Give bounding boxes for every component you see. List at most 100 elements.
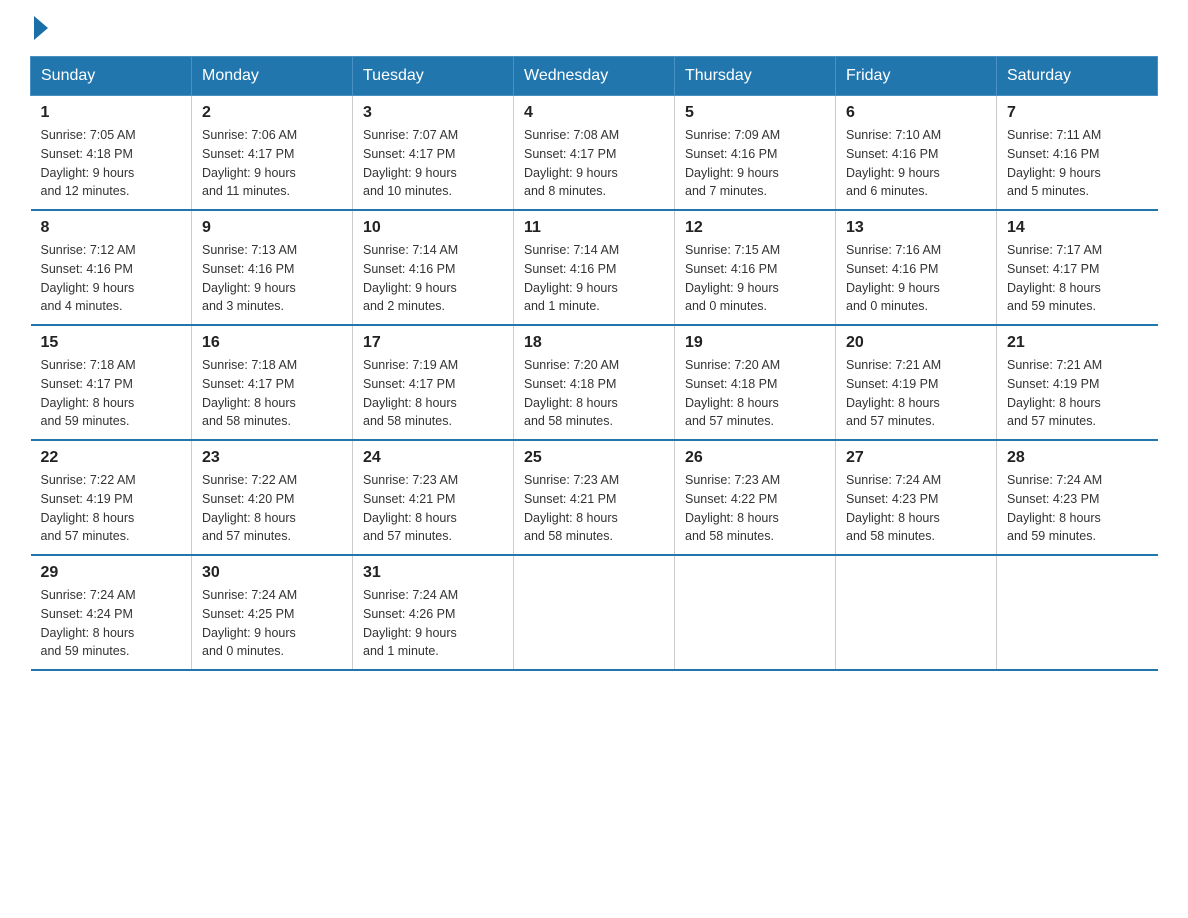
day-number: 19: [685, 334, 825, 352]
day-number: 13: [846, 219, 986, 237]
calendar-cell: 16 Sunrise: 7:18 AMSunset: 4:17 PMDaylig…: [192, 325, 353, 440]
day-number: 17: [363, 334, 503, 352]
calendar-cell: 8 Sunrise: 7:12 AMSunset: 4:16 PMDayligh…: [31, 210, 192, 325]
day-info: Sunrise: 7:05 AMSunset: 4:18 PMDaylight:…: [41, 126, 182, 201]
calendar-cell: 1 Sunrise: 7:05 AMSunset: 4:18 PMDayligh…: [31, 96, 192, 211]
day-info: Sunrise: 7:24 AMSunset: 4:23 PMDaylight:…: [846, 471, 986, 546]
day-info: Sunrise: 7:10 AMSunset: 4:16 PMDaylight:…: [846, 126, 986, 201]
day-info: Sunrise: 7:23 AMSunset: 4:21 PMDaylight:…: [363, 471, 503, 546]
day-number: 24: [363, 449, 503, 467]
calendar-cell: 7 Sunrise: 7:11 AMSunset: 4:16 PMDayligh…: [997, 96, 1158, 211]
day-number: 4: [524, 104, 664, 122]
calendar-cell: 18 Sunrise: 7:20 AMSunset: 4:18 PMDaylig…: [514, 325, 675, 440]
logo-arrow-icon: [34, 16, 48, 40]
calendar-cell: [997, 555, 1158, 670]
calendar-cell: 14 Sunrise: 7:17 AMSunset: 4:17 PMDaylig…: [997, 210, 1158, 325]
day-info: Sunrise: 7:12 AMSunset: 4:16 PMDaylight:…: [41, 241, 182, 316]
calendar-cell: 15 Sunrise: 7:18 AMSunset: 4:17 PMDaylig…: [31, 325, 192, 440]
calendar-cell: 5 Sunrise: 7:09 AMSunset: 4:16 PMDayligh…: [675, 96, 836, 211]
day-number: 15: [41, 334, 182, 352]
calendar-cell: 20 Sunrise: 7:21 AMSunset: 4:19 PMDaylig…: [836, 325, 997, 440]
day-info: Sunrise: 7:22 AMSunset: 4:20 PMDaylight:…: [202, 471, 342, 546]
header-sunday: Sunday: [31, 57, 192, 96]
calendar-cell: [514, 555, 675, 670]
page-header: [30, 20, 1158, 36]
calendar-cell: 11 Sunrise: 7:14 AMSunset: 4:16 PMDaylig…: [514, 210, 675, 325]
day-info: Sunrise: 7:13 AMSunset: 4:16 PMDaylight:…: [202, 241, 342, 316]
day-info: Sunrise: 7:24 AMSunset: 4:25 PMDaylight:…: [202, 586, 342, 661]
day-number: 22: [41, 449, 182, 467]
day-info: Sunrise: 7:16 AMSunset: 4:16 PMDaylight:…: [846, 241, 986, 316]
day-number: 10: [363, 219, 503, 237]
header-tuesday: Tuesday: [353, 57, 514, 96]
day-number: 6: [846, 104, 986, 122]
calendar-cell: 30 Sunrise: 7:24 AMSunset: 4:25 PMDaylig…: [192, 555, 353, 670]
day-number: 16: [202, 334, 342, 352]
calendar-cell: 9 Sunrise: 7:13 AMSunset: 4:16 PMDayligh…: [192, 210, 353, 325]
calendar-cell: 28 Sunrise: 7:24 AMSunset: 4:23 PMDaylig…: [997, 440, 1158, 555]
calendar-cell: 10 Sunrise: 7:14 AMSunset: 4:16 PMDaylig…: [353, 210, 514, 325]
calendar-cell: 21 Sunrise: 7:21 AMSunset: 4:19 PMDaylig…: [997, 325, 1158, 440]
header-thursday: Thursday: [675, 57, 836, 96]
day-info: Sunrise: 7:06 AMSunset: 4:17 PMDaylight:…: [202, 126, 342, 201]
day-number: 29: [41, 564, 182, 582]
calendar-cell: 25 Sunrise: 7:23 AMSunset: 4:21 PMDaylig…: [514, 440, 675, 555]
day-number: 27: [846, 449, 986, 467]
header-friday: Friday: [836, 57, 997, 96]
day-info: Sunrise: 7:20 AMSunset: 4:18 PMDaylight:…: [685, 356, 825, 431]
header-saturday: Saturday: [997, 57, 1158, 96]
day-number: 5: [685, 104, 825, 122]
calendar-cell: [675, 555, 836, 670]
week-row-2: 8 Sunrise: 7:12 AMSunset: 4:16 PMDayligh…: [31, 210, 1158, 325]
header-wednesday: Wednesday: [514, 57, 675, 96]
day-number: 23: [202, 449, 342, 467]
logo: [30, 20, 48, 36]
day-info: Sunrise: 7:24 AMSunset: 4:24 PMDaylight:…: [41, 586, 182, 661]
day-number: 21: [1007, 334, 1148, 352]
calendar-cell: 17 Sunrise: 7:19 AMSunset: 4:17 PMDaylig…: [353, 325, 514, 440]
day-number: 18: [524, 334, 664, 352]
day-info: Sunrise: 7:14 AMSunset: 4:16 PMDaylight:…: [363, 241, 503, 316]
day-number: 8: [41, 219, 182, 237]
week-row-4: 22 Sunrise: 7:22 AMSunset: 4:19 PMDaylig…: [31, 440, 1158, 555]
day-number: 28: [1007, 449, 1148, 467]
calendar-cell: 26 Sunrise: 7:23 AMSunset: 4:22 PMDaylig…: [675, 440, 836, 555]
day-info: Sunrise: 7:21 AMSunset: 4:19 PMDaylight:…: [1007, 356, 1148, 431]
day-number: 30: [202, 564, 342, 582]
day-info: Sunrise: 7:20 AMSunset: 4:18 PMDaylight:…: [524, 356, 664, 431]
day-info: Sunrise: 7:21 AMSunset: 4:19 PMDaylight:…: [846, 356, 986, 431]
calendar-table: SundayMondayTuesdayWednesdayThursdayFrid…: [30, 56, 1158, 671]
calendar-header-row: SundayMondayTuesdayWednesdayThursdayFrid…: [31, 57, 1158, 96]
week-row-1: 1 Sunrise: 7:05 AMSunset: 4:18 PMDayligh…: [31, 96, 1158, 211]
day-number: 14: [1007, 219, 1148, 237]
day-info: Sunrise: 7:09 AMSunset: 4:16 PMDaylight:…: [685, 126, 825, 201]
week-row-5: 29 Sunrise: 7:24 AMSunset: 4:24 PMDaylig…: [31, 555, 1158, 670]
calendar-cell: 13 Sunrise: 7:16 AMSunset: 4:16 PMDaylig…: [836, 210, 997, 325]
calendar-cell: 31 Sunrise: 7:24 AMSunset: 4:26 PMDaylig…: [353, 555, 514, 670]
calendar-cell: 3 Sunrise: 7:07 AMSunset: 4:17 PMDayligh…: [353, 96, 514, 211]
calendar-cell: 4 Sunrise: 7:08 AMSunset: 4:17 PMDayligh…: [514, 96, 675, 211]
day-number: 3: [363, 104, 503, 122]
day-info: Sunrise: 7:24 AMSunset: 4:23 PMDaylight:…: [1007, 471, 1148, 546]
calendar-cell: 23 Sunrise: 7:22 AMSunset: 4:20 PMDaylig…: [192, 440, 353, 555]
day-number: 9: [202, 219, 342, 237]
day-number: 25: [524, 449, 664, 467]
week-row-3: 15 Sunrise: 7:18 AMSunset: 4:17 PMDaylig…: [31, 325, 1158, 440]
day-info: Sunrise: 7:11 AMSunset: 4:16 PMDaylight:…: [1007, 126, 1148, 201]
day-number: 20: [846, 334, 986, 352]
day-number: 2: [202, 104, 342, 122]
day-info: Sunrise: 7:07 AMSunset: 4:17 PMDaylight:…: [363, 126, 503, 201]
calendar-cell: 29 Sunrise: 7:24 AMSunset: 4:24 PMDaylig…: [31, 555, 192, 670]
day-info: Sunrise: 7:18 AMSunset: 4:17 PMDaylight:…: [41, 356, 182, 431]
day-info: Sunrise: 7:18 AMSunset: 4:17 PMDaylight:…: [202, 356, 342, 431]
day-info: Sunrise: 7:17 AMSunset: 4:17 PMDaylight:…: [1007, 241, 1148, 316]
day-number: 31: [363, 564, 503, 582]
calendar-cell: 6 Sunrise: 7:10 AMSunset: 4:16 PMDayligh…: [836, 96, 997, 211]
calendar-cell: 22 Sunrise: 7:22 AMSunset: 4:19 PMDaylig…: [31, 440, 192, 555]
day-info: Sunrise: 7:14 AMSunset: 4:16 PMDaylight:…: [524, 241, 664, 316]
day-info: Sunrise: 7:22 AMSunset: 4:19 PMDaylight:…: [41, 471, 182, 546]
day-number: 26: [685, 449, 825, 467]
day-number: 12: [685, 219, 825, 237]
calendar-cell: 27 Sunrise: 7:24 AMSunset: 4:23 PMDaylig…: [836, 440, 997, 555]
calendar-cell: 2 Sunrise: 7:06 AMSunset: 4:17 PMDayligh…: [192, 96, 353, 211]
